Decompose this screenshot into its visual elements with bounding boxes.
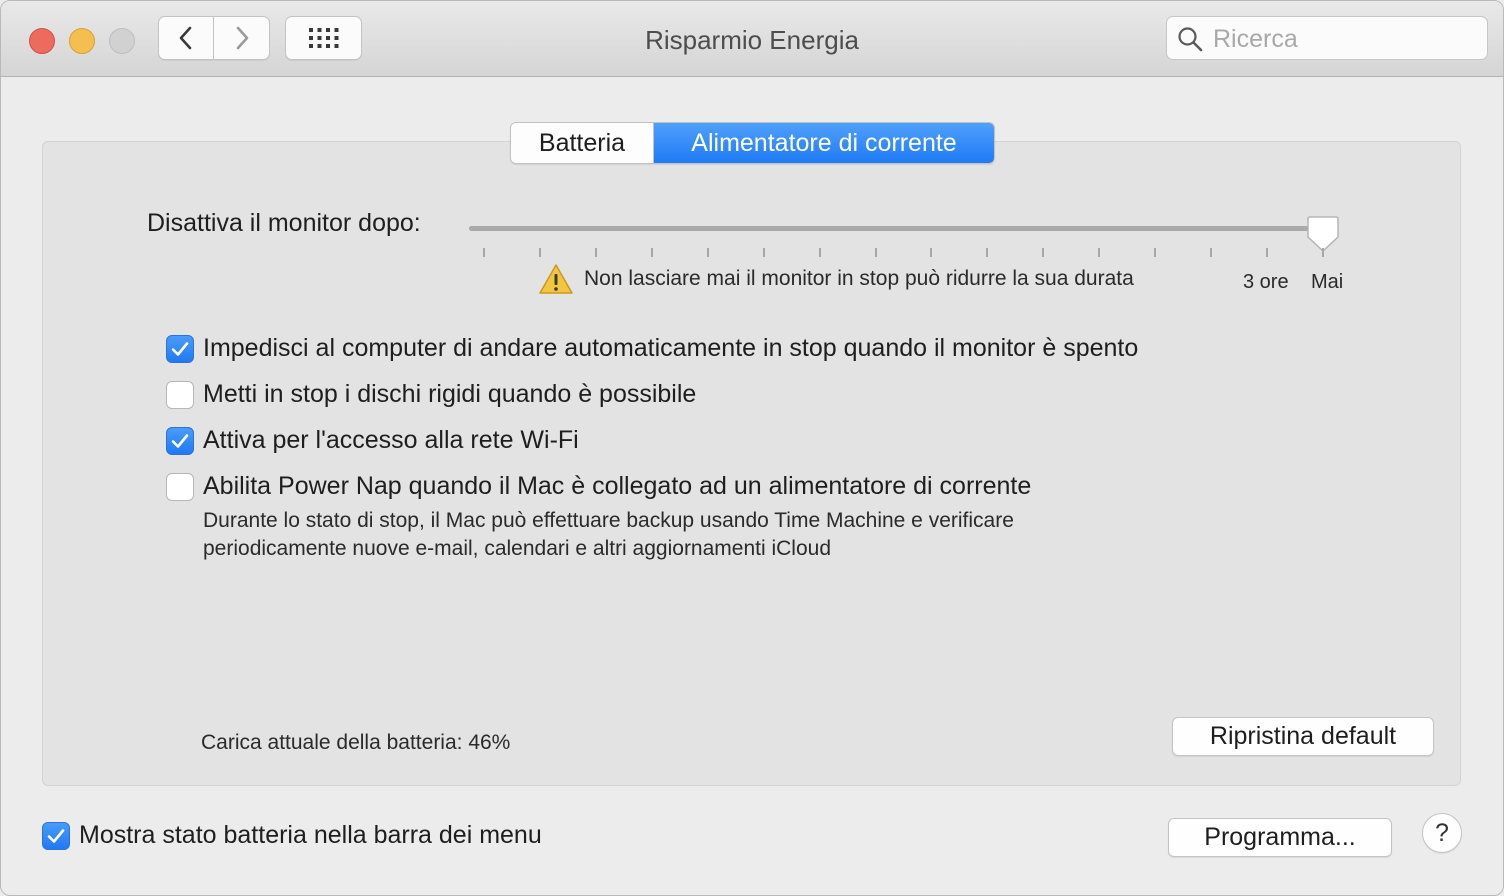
slider-tick bbox=[1042, 248, 1045, 257]
tab-bar: Batteria Alimentatore di corrente bbox=[510, 122, 995, 164]
power-nap-description-line: periodicamente nuove e-mail, calendari e… bbox=[203, 537, 832, 560]
option-label: Impedisci al computer di andare automati… bbox=[203, 334, 1139, 362]
search-icon bbox=[1178, 27, 1203, 52]
slider-fill bbox=[469, 226, 1323, 231]
tick-label-never: Mai bbox=[1311, 271, 1344, 293]
checkbox[interactable] bbox=[166, 472, 194, 501]
slider-tick bbox=[706, 248, 709, 257]
slider-tick bbox=[650, 248, 653, 257]
slider-tick bbox=[874, 248, 877, 257]
option-wake-wifi[interactable]: Attiva per l'accesso alla rete Wi-Fi bbox=[166, 426, 579, 455]
display-sleep-slider[interactable] bbox=[469, 226, 1335, 231]
slider-tick bbox=[1210, 248, 1213, 257]
slider-tick bbox=[1154, 248, 1157, 257]
slider-tick bbox=[930, 248, 933, 257]
search-input[interactable] bbox=[1211, 23, 1475, 55]
tab-power-adapter[interactable]: Alimentatore di corrente bbox=[654, 123, 994, 163]
checkbox[interactable] bbox=[166, 426, 194, 455]
option-disk-sleep[interactable]: Metti in stop i dischi rigidi quando è p… bbox=[166, 380, 696, 409]
title-bar: Risparmio Energia bbox=[1, 1, 1503, 77]
slider-tick bbox=[594, 248, 597, 257]
slider-ticks bbox=[1, 248, 1503, 258]
tab-battery[interactable]: Batteria bbox=[511, 123, 654, 163]
tick-label-3-hours: 3 ore bbox=[1243, 271, 1289, 293]
slider-tick bbox=[1098, 248, 1101, 257]
slider-tick bbox=[818, 248, 821, 257]
warning-icon bbox=[539, 264, 573, 294]
show-battery-status-option[interactable]: Mostra stato batteria nella barra dei me… bbox=[42, 821, 542, 850]
help-button[interactable]: ? bbox=[1422, 813, 1462, 853]
power-nap-description-line: Durante lo stato di stop, il Mac può eff… bbox=[203, 509, 1014, 532]
option-label: Mostra stato batteria nella barra dei me… bbox=[79, 821, 542, 849]
restore-defaults-button[interactable]: Ripristina default bbox=[1172, 717, 1434, 756]
option-power-nap[interactable]: Abilita Power Nap quando il Mac è colleg… bbox=[166, 472, 1031, 501]
slider-tick bbox=[1322, 248, 1324, 257]
slider-tick bbox=[986, 248, 989, 257]
slider-tick bbox=[483, 248, 485, 257]
display-sleep-label: Disattiva il monitor dopo: bbox=[147, 209, 421, 237]
checkbox[interactable] bbox=[42, 821, 70, 850]
checkbox[interactable] bbox=[166, 380, 194, 409]
option-label: Attiva per l'accesso alla rete Wi-Fi bbox=[203, 426, 579, 454]
slider-tick bbox=[762, 248, 765, 257]
warning-text: Non lasciare mai il monitor in stop può … bbox=[584, 267, 1134, 290]
warning-message: Non lasciare mai il monitor in stop può … bbox=[538, 263, 1134, 295]
battery-charge-status: Carica attuale della batteria: 46% bbox=[201, 731, 511, 754]
slider-tick bbox=[538, 248, 541, 257]
slider-tick bbox=[1266, 248, 1269, 257]
schedule-button[interactable]: Programma... bbox=[1168, 818, 1392, 857]
option-label: Abilita Power Nap quando il Mac è colleg… bbox=[203, 472, 1032, 500]
option-prevent-sleep[interactable]: Impedisci al computer di andare automati… bbox=[166, 334, 1138, 363]
search-field[interactable] bbox=[1166, 16, 1488, 60]
system-preferences-window: Risparmio Energia Batteria Alimentatore … bbox=[0, 0, 1504, 896]
option-label: Metti in stop i dischi rigidi quando è p… bbox=[203, 380, 697, 408]
checkbox[interactable] bbox=[166, 334, 194, 363]
